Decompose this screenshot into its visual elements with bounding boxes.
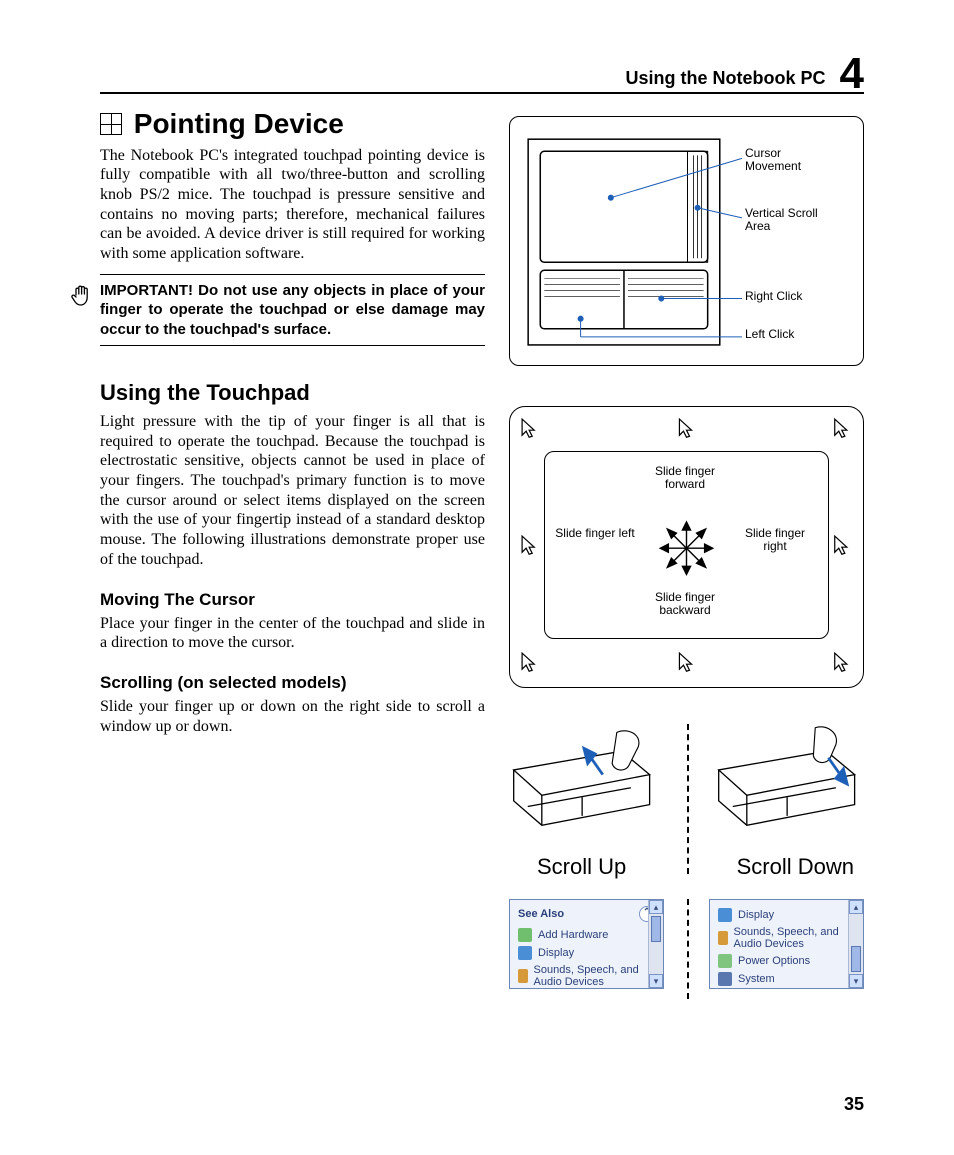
power-icon: [718, 954, 732, 968]
moving-cursor-body: Place your finger in the center of the t…: [100, 614, 485, 653]
divider-dash: [687, 899, 689, 999]
section-title-text: Pointing Device: [134, 108, 344, 139]
list-item: Display: [718, 906, 855, 924]
label-slide-left: Slide finger left: [555, 527, 635, 540]
scrollbar-icon: ▴ ▾: [848, 900, 863, 988]
hardware-icon: [518, 928, 532, 942]
sound-icon: [718, 931, 728, 945]
scroll-gesture-figure: Scroll Up Scroll Down ▴ ▾ See Also ⌃ Add…: [509, 724, 864, 1004]
list-item: Sounds, Speech, and Audio Devices: [518, 962, 655, 990]
chapter-number: 4: [840, 54, 864, 94]
list-item: System: [718, 970, 855, 988]
section-title: Pointing Device: [100, 108, 485, 140]
system-icon: [718, 972, 732, 986]
touchpad-section-icon: [100, 113, 122, 135]
moving-cursor-title: Moving The Cursor: [100, 590, 485, 610]
scrollbar-icon: ▴ ▾: [648, 900, 663, 988]
important-note: IMPORTANT! Do not use any objects in pla…: [100, 274, 485, 347]
control-panel-scroll-up: ▴ ▾ See Also ⌃ Add Hardware Display Soun…: [509, 899, 664, 989]
list-item: Add Hardware: [518, 926, 655, 944]
display-icon: [718, 908, 732, 922]
label-slide-forward: Slide finger forward: [640, 465, 730, 491]
list-item: Sounds, Speech, and Audio Devices: [718, 924, 855, 952]
hand-stop-icon: [70, 283, 94, 316]
label-vertical-scroll: Vertical Scroll Area: [745, 207, 840, 233]
scroll-down-sketch: [714, 724, 864, 844]
label-left-click: Left Click: [745, 328, 794, 341]
manual-page: Using the Notebook PC 4 Pointing Device …: [0, 0, 954, 1155]
see-also-label: See Also: [518, 908, 564, 920]
display-icon: [518, 946, 532, 960]
right-column: Cursor Movement Vertical Scroll Area Rig…: [509, 108, 864, 1004]
page-header: Using the Notebook PC 4: [100, 50, 864, 94]
important-text: IMPORTANT! Do not use any objects in pla…: [100, 281, 485, 340]
header-title: Using the Notebook PC: [626, 68, 826, 89]
scrolling-title: Scrolling (on selected models): [100, 673, 485, 693]
scroll-up-label: Scroll Up: [537, 854, 626, 880]
divider-dash: [687, 724, 689, 874]
label-cursor-movement: Cursor Movement: [745, 147, 825, 173]
label-slide-right: Slide finger right: [735, 527, 815, 553]
list-item: Display: [518, 944, 655, 962]
control-panel-scroll-down: ▴ ▾ Display Sounds, Speech, and Audio De…: [709, 899, 864, 989]
page-number: 35: [844, 1094, 864, 1115]
scrolling-body: Slide your finger up or down on the righ…: [100, 697, 485, 736]
list-item: Power Options: [718, 952, 855, 970]
left-column: Pointing Device The Notebook PC's integr…: [100, 108, 485, 1004]
scroll-down-label: Scroll Down: [737, 854, 854, 880]
sound-icon: [518, 969, 528, 983]
label-slide-backward: Slide finger backward: [640, 591, 730, 617]
label-right-click: Right Click: [745, 290, 802, 303]
using-touchpad-intro: Light pressure with the tip of your fing…: [100, 412, 485, 569]
touchpad-directions-diagram: Slide finger forward Slide finger left S…: [509, 406, 864, 688]
using-touchpad-title: Using the Touchpad: [100, 380, 485, 406]
section-intro: The Notebook PC's integrated touchpad po…: [100, 146, 485, 264]
scroll-up-sketch: [509, 724, 659, 844]
touchpad-parts-diagram: Cursor Movement Vertical Scroll Area Rig…: [509, 116, 864, 366]
